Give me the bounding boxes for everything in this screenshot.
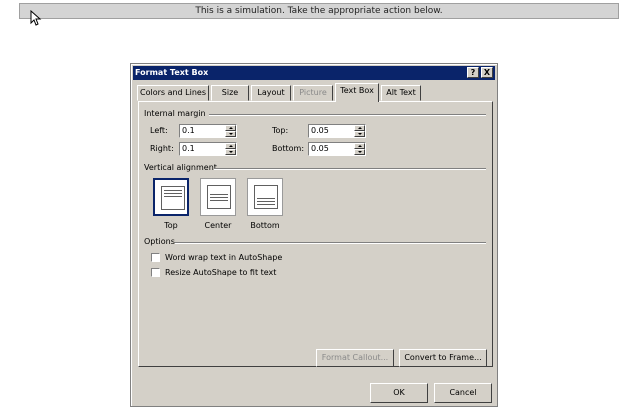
format-callout-button[interactable]: Format Callout... (316, 349, 394, 367)
internal-margin-heading: Internal margin (144, 109, 206, 118)
simulation-banner: This is a simulation. Take the appropria… (19, 3, 619, 19)
left-margin-label: Left: (150, 126, 168, 135)
top-margin-label: Top: (272, 126, 289, 135)
right-margin-down-icon[interactable] (225, 149, 236, 155)
tab-alt-text[interactable]: Alt Text (381, 85, 421, 101)
format-text-box-dialog: Format Text Box ? X Colors and Lines Siz… (130, 63, 498, 407)
top-margin-value: 0.05 (311, 126, 329, 135)
vertical-alignment-divider (214, 168, 486, 170)
internal-margin-divider (209, 114, 486, 116)
dialog-title: Format Text Box (135, 68, 209, 77)
bottom-margin-arrows (354, 143, 365, 155)
align-top-label: Top (164, 221, 178, 230)
word-wrap-checkbox[interactable] (151, 253, 160, 262)
tab-size[interactable]: Size (211, 85, 249, 101)
align-bottom-button[interactable] (247, 178, 283, 216)
text-box-tab-panel: Internal margin Left: 0.1 Right: 0.1 Top… (138, 101, 493, 367)
cancel-button[interactable]: Cancel (434, 383, 492, 403)
tab-layout[interactable]: Layout (251, 85, 291, 101)
top-margin-spinner[interactable]: 0.05 (308, 124, 366, 138)
left-margin-arrows (225, 125, 236, 137)
convert-to-frame-button[interactable]: Convert to Frame... (399, 349, 487, 367)
align-center-icon (207, 185, 231, 209)
options-heading: Options (144, 237, 175, 246)
resize-autoshape-checkbox[interactable] (151, 268, 160, 277)
word-wrap-label: Word wrap text in AutoShape (165, 253, 283, 262)
left-margin-value: 0.1 (182, 126, 195, 135)
bottom-margin-label: Bottom: (272, 144, 305, 153)
bottom-margin-spinner[interactable]: 0.05 (308, 142, 366, 156)
top-margin-down-icon[interactable] (354, 131, 365, 137)
right-margin-value: 0.1 (182, 144, 195, 153)
mouse-cursor-icon (30, 10, 42, 26)
tab-text-box[interactable]: Text Box (335, 83, 379, 102)
ok-button[interactable]: OK (370, 383, 428, 403)
bottom-margin-value: 0.05 (311, 144, 329, 153)
align-top-button[interactable] (153, 178, 189, 216)
align-bottom-label: Bottom (250, 221, 280, 230)
vertical-alignment-heading: Vertical alignment (144, 163, 217, 172)
right-margin-label: Right: (150, 144, 174, 153)
top-margin-arrows (354, 125, 365, 137)
resize-autoshape-label: Resize AutoShape to fit text (165, 268, 277, 277)
close-button[interactable]: X (481, 67, 493, 78)
align-bottom-icon (254, 185, 278, 209)
options-divider (175, 242, 486, 244)
bottom-margin-down-icon[interactable] (354, 149, 365, 155)
help-button[interactable]: ? (467, 67, 479, 78)
tab-colors-and-lines[interactable]: Colors and Lines (137, 85, 209, 101)
left-margin-spinner[interactable]: 0.1 (179, 124, 237, 138)
right-margin-spinner[interactable]: 0.1 (179, 142, 237, 156)
align-center-button[interactable] (200, 178, 236, 216)
align-center-label: Center (204, 221, 232, 230)
align-top-icon (161, 186, 185, 210)
dialog-titlebar: Format Text Box ? X (133, 66, 495, 80)
tab-picture[interactable]: Picture (293, 85, 333, 101)
right-margin-arrows (225, 143, 236, 155)
banner-text: This is a simulation. Take the appropria… (195, 6, 443, 16)
left-margin-down-icon[interactable] (225, 131, 236, 137)
